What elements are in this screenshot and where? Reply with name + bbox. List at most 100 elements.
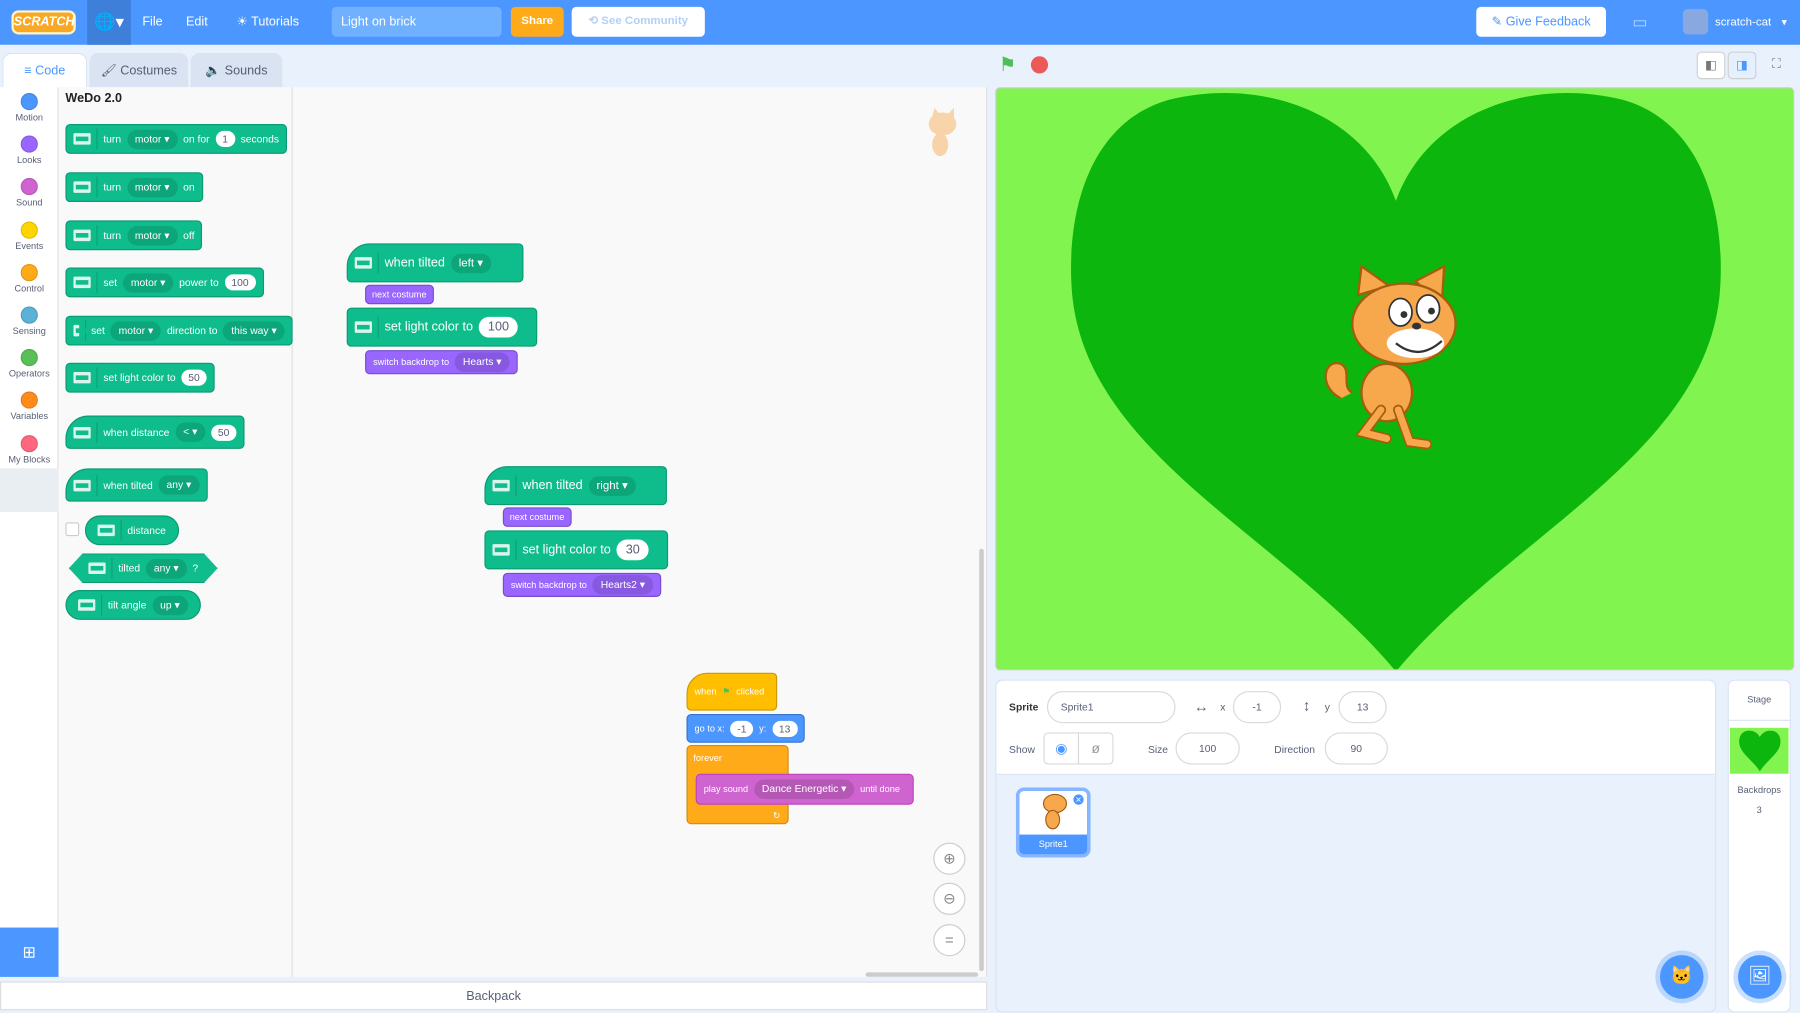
script1-switch-backdrop[interactable]: switch backdrop to Hearts [365, 350, 518, 375]
account-caret-icon[interactable]: ▾ [1782, 0, 1787, 45]
y-input[interactable]: 13 [1338, 691, 1387, 724]
script2-switch-backdrop[interactable]: switch backdrop to Hearts2 [502, 572, 662, 597]
x-input[interactable]: -1 [1232, 691, 1282, 724]
power-input[interactable]: 100 [224, 274, 256, 291]
show-visible-button[interactable]: ◉ [1043, 732, 1080, 765]
motor-dropdown[interactable]: motor [126, 177, 178, 197]
tab-costumes[interactable]: 🖌 Costumes [89, 52, 189, 88]
motor-dropdown[interactable]: motor [126, 225, 178, 246]
script2-next-costume[interactable]: next costume [502, 507, 572, 527]
my-stuff-folder-icon[interactable]: ▭ [1632, 0, 1647, 45]
category-variables[interactable]: Variables [0, 391, 59, 422]
wedo-icon [73, 181, 91, 193]
delete-sprite-icon[interactable]: ✕ [1072, 793, 1085, 806]
give-feedback-button[interactable]: ✎ Give Feedback [1476, 6, 1606, 37]
category-label: Sound [15, 197, 43, 209]
stage-canvas[interactable] [995, 87, 1795, 671]
tab-code[interactable]: ≡ Code [2, 52, 88, 88]
motor-dropdown[interactable]: motor [122, 272, 174, 293]
seconds-input[interactable]: 1 [215, 130, 235, 147]
palette-block-turn-motor-on-for[interactable]: turn motor on for 1 seconds [65, 123, 288, 154]
green-flag-button[interactable]: ⚑ [999, 54, 1021, 76]
sound-dropdown[interactable]: Dance Energetic [753, 779, 855, 799]
direction-input[interactable]: 90 [1324, 732, 1388, 765]
category-sensing[interactable]: Sensing [0, 306, 59, 336]
category-events[interactable]: Events [0, 221, 59, 251]
choose-sprite-button[interactable]: 🐱 [1659, 955, 1704, 999]
sprite-thumbnail-sprite1[interactable]: Sprite1 ✕ [1015, 787, 1091, 858]
wedo-icon [492, 479, 510, 492]
tilt-dropdown[interactable]: any [146, 558, 187, 578]
see-community-button[interactable]: ⟲ See Community [571, 6, 705, 37]
distance-monitor-checkbox[interactable] [65, 522, 80, 537]
y-input[interactable]: 13 [772, 720, 798, 737]
color-input[interactable]: 100 [478, 316, 519, 338]
palette-block-tilt-angle[interactable]: tilt angle up [65, 590, 201, 620]
share-button[interactable]: Share [510, 6, 564, 37]
block-text: y: [759, 723, 767, 734]
script1-next-costume[interactable]: next costume [365, 284, 434, 305]
horizontal-scrollbar[interactable] [865, 972, 979, 977]
direction-dropdown[interactable]: this way [223, 320, 285, 341]
add-extension-button[interactable]: ⊞ [0, 927, 59, 977]
small-stage-button[interactable]: ◧ [1696, 51, 1726, 80]
vertical-scrollbar[interactable] [979, 548, 984, 972]
color-input[interactable]: 50 [181, 369, 207, 386]
tilt-direction-dropdown[interactable]: up [152, 595, 188, 615]
project-title-input[interactable]: Light on brick [331, 6, 502, 37]
script3-go-to-xy[interactable]: go to x: -1 y: 13 [686, 714, 805, 743]
palette-block-when-distance[interactable]: when distance <50 [65, 415, 245, 449]
palette-block-set-motor-direction[interactable]: set motor direction to this way [65, 315, 293, 346]
category-control[interactable]: Control [0, 263, 59, 294]
file-menu[interactable]: File [142, 0, 162, 45]
tilt-dropdown[interactable]: left [450, 253, 492, 273]
wedo-icon [73, 133, 91, 145]
tilt-dropdown[interactable]: any [158, 475, 200, 495]
script3-when-flag-clicked-hat[interactable]: when ⚑ clicked [686, 672, 778, 711]
zoom-reset-button[interactable]: = [933, 924, 966, 957]
category-operators[interactable]: Operators [0, 349, 59, 379]
category-looks[interactable]: Looks [0, 135, 59, 166]
username[interactable]: scratch-cat [1715, 0, 1771, 45]
choose-backdrop-button[interactable]: 🖼 [1738, 955, 1782, 999]
tilt-dropdown[interactable]: right [588, 475, 636, 496]
motor-dropdown[interactable]: motor [126, 129, 178, 149]
motor-dropdown[interactable]: motor [110, 320, 162, 341]
tutorials-button[interactable]: ☀ Tutorials [236, 0, 299, 45]
language-globe-icon[interactable]: 🌐▾ [87, 0, 131, 45]
palette-block-turn-motor-on[interactable]: turn motoron [65, 172, 203, 203]
category-motion[interactable]: Motion [0, 92, 59, 123]
palette-block-distance[interactable]: distance [84, 515, 179, 546]
palette-block-set-motor-power[interactable]: set motor power to 100 [65, 267, 264, 298]
palette-block-tilted[interactable]: tilted any? [69, 553, 218, 583]
stop-button[interactable] [1030, 56, 1049, 74]
script3-play-sound-until-done[interactable]: play sound Dance Energetic until done [695, 773, 914, 805]
palette-block-set-light-color[interactable]: set light color to 50 [65, 362, 215, 393]
category-my-blocks[interactable]: My Blocks [0, 434, 59, 464]
avatar[interactable] [1682, 9, 1709, 35]
backdrop-dropdown[interactable]: Hearts2 [592, 575, 653, 595]
distance-input[interactable]: 50 [211, 424, 237, 441]
script1-set-light-color[interactable]: set light color to 100 [346, 307, 538, 347]
backdrop-dropdown[interactable]: Hearts [454, 352, 510, 372]
fullscreen-button[interactable]: ⛶ [1762, 52, 1791, 80]
x-input[interactable]: -1 [730, 720, 754, 737]
edit-menu[interactable]: Edit [186, 0, 208, 45]
size-input[interactable]: 100 [1175, 732, 1240, 765]
zoom-out-button[interactable]: ⊖ [933, 882, 966, 915]
zoom-in-button[interactable]: ⊕ [933, 842, 966, 875]
script2-when-tilted-hat[interactable]: when tilted right [484, 466, 667, 506]
show-hidden-button[interactable]: ø [1077, 732, 1114, 765]
script2-set-light-color[interactable]: set light color to 30 [484, 530, 669, 570]
operator-dropdown[interactable]: < [175, 422, 206, 442]
tab-sounds[interactable]: 🔈 Sounds [190, 52, 283, 88]
scratch-logo[interactable]: SCRATCH [11, 10, 76, 35]
palette-block-when-tilted[interactable]: when tilted any [65, 468, 208, 502]
sprite-name-input[interactable]: Sprite1 [1046, 691, 1176, 724]
script1-when-tilted-hat[interactable]: when tilted left [346, 243, 524, 283]
backpack[interactable]: Backpack [0, 981, 988, 1011]
category-sound[interactable]: Sound [0, 178, 59, 208]
large-stage-button[interactable]: ◨ [1727, 51, 1757, 80]
color-input[interactable]: 30 [616, 539, 649, 561]
palette-block-turn-motor-off[interactable]: turn motor off [65, 220, 203, 251]
